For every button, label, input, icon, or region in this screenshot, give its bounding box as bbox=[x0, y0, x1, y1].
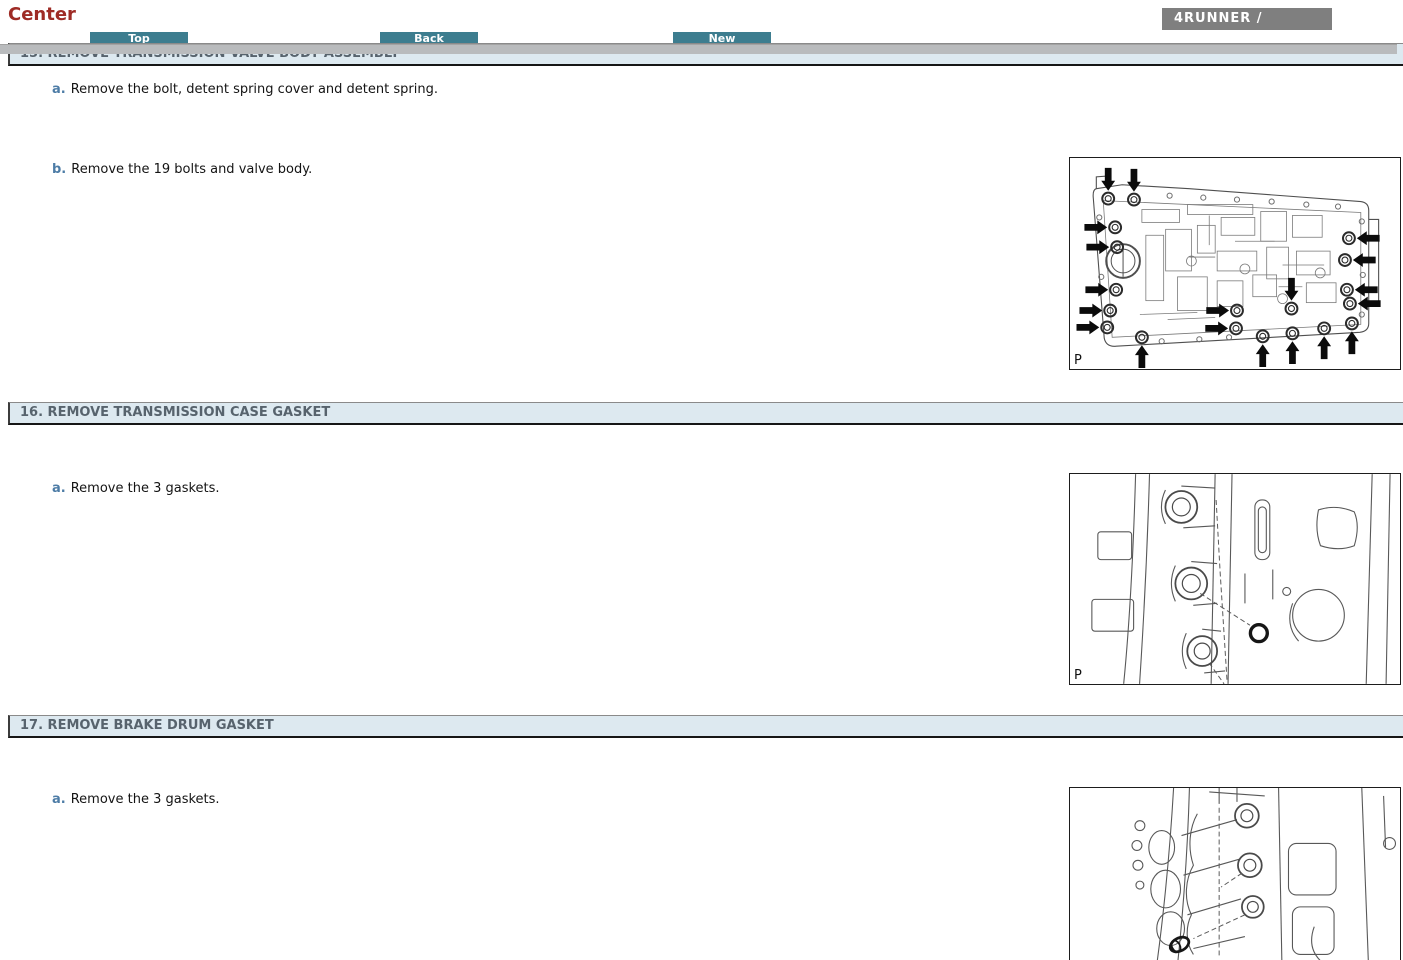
section-heading-17: 17. REMOVE BRAKE DRUM GASKET bbox=[8, 715, 1403, 738]
section-heading-16: 16. REMOVE TRANSMISSION CASE GASKET bbox=[8, 402, 1403, 425]
step-letter: a. bbox=[52, 792, 66, 807]
step-letter: a. bbox=[52, 481, 66, 496]
figure-brake-drum-gasket bbox=[1069, 787, 1401, 960]
manual-page: Center Top Back New 4RUNNER / 15. REMOVE… bbox=[0, 0, 1403, 960]
step-item: b. Remove the 19 bolts and valve body. bbox=[52, 162, 312, 177]
figure-label: P bbox=[1074, 353, 1082, 368]
brake-drum-gasket-icon bbox=[1070, 788, 1400, 960]
model-badge: 4RUNNER / bbox=[1162, 8, 1332, 30]
step-text: Remove the 3 gaskets. bbox=[71, 481, 220, 496]
bolt-arrow-icons bbox=[1077, 168, 1381, 368]
gasket-plug-icon bbox=[1168, 934, 1192, 955]
step-item: a. Remove the bolt, detent spring cover a… bbox=[52, 82, 438, 97]
step-text: Remove the 19 bolts and valve body. bbox=[71, 162, 312, 177]
step-text: Remove the bolt, detent spring cover and… bbox=[71, 82, 438, 97]
horizontal-scrollbar[interactable] bbox=[0, 44, 1397, 54]
page-title: Center bbox=[8, 4, 76, 25]
gasket-ring-icon bbox=[1250, 625, 1267, 642]
step-text: Remove the 3 gaskets. bbox=[71, 792, 220, 807]
figure-valve-body: P bbox=[1069, 157, 1401, 370]
step-letter: b. bbox=[52, 162, 66, 177]
valve-body-bolt-location-icon bbox=[1070, 158, 1400, 369]
step-item: a. Remove the 3 gaskets. bbox=[52, 481, 220, 496]
step-letter: a. bbox=[52, 82, 66, 97]
transmission-case-gasket-icon bbox=[1070, 474, 1400, 684]
figure-case-gasket: P bbox=[1069, 473, 1401, 685]
step-item: a. Remove the 3 gaskets. bbox=[52, 792, 220, 807]
figure-label: P bbox=[1074, 668, 1082, 683]
